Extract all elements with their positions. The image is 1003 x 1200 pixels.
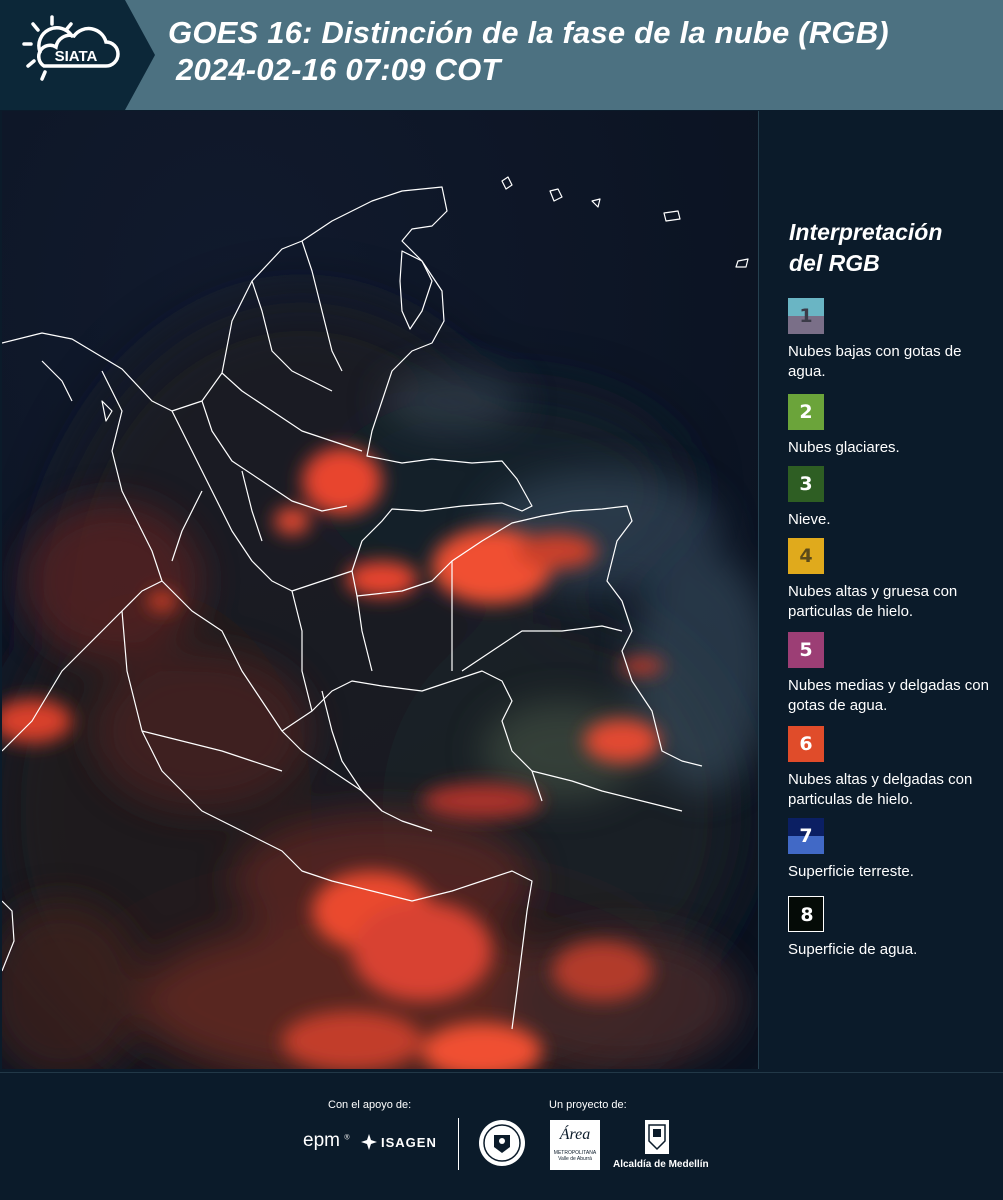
epm-logo: epm ® <box>303 1130 350 1151</box>
medellin-seal-icon <box>479 1120 525 1166</box>
support-label: Con el apoyo de: <box>328 1099 412 1111</box>
satellite-image <box>2 111 758 1069</box>
legend-number: 1 <box>799 305 813 327</box>
legend-number: 5 <box>799 639 813 661</box>
satellite-map[interactable] <box>2 111 759 1069</box>
page-title: GOES 16: Distinción de la fase de la nub… <box>168 14 889 88</box>
medellin-seal-logo <box>478 1119 526 1172</box>
legend-item-4: 4 Nubes altas y gruesa con particulas de … <box>788 538 1000 622</box>
siata-sun-cloud-icon: SIATA <box>0 0 155 110</box>
area-metropolitana-logo: Área METROPOLITANA Valle de Aburrá <box>550 1120 600 1170</box>
legend-swatch: 2 <box>788 394 824 430</box>
alcaldia-label: Alcaldía de Medellín <box>613 1159 709 1170</box>
legend-title: Interpretación del RGB <box>789 217 942 279</box>
legend-swatch: 4 <box>788 538 824 574</box>
legend-number: 4 <box>799 545 813 567</box>
legend-label: Nubes altas y delgadas con particulas de… <box>788 771 973 808</box>
legend-number: 7 <box>799 825 813 847</box>
legend-title-line-2: del RGB <box>789 250 880 276</box>
rgb-legend: Interpretación del RGB 1 Nubes bajas con … <box>760 111 1003 1069</box>
area-logo-sub-2: Valle de Aburrá <box>558 1156 592 1162</box>
legend-swatch: 7 <box>788 818 824 854</box>
legend-item-6: 6 Nubes altas y delgadas con particulas d… <box>788 726 1000 810</box>
legend-number: 8 <box>800 904 814 926</box>
legend-item-3: 3 Nieve. <box>788 466 1000 530</box>
legend-item-7: 7 Superficie terreste. <box>788 818 1000 882</box>
isagen-logo: ISAGEN <box>360 1133 437 1151</box>
project-label: Un proyecto de: <box>549 1099 627 1111</box>
legend-number: 3 <box>799 473 813 495</box>
legend-title-line-1: Interpretación <box>789 219 943 245</box>
coat-of-arms-logo <box>644 1119 670 1160</box>
legend-label: Superficie de agua. <box>788 941 918 958</box>
legend-item-1: 1 Nubes bajas con gotas de agua. <box>788 298 1000 382</box>
title-line-1: GOES 16: Distinción de la fase de la nub… <box>168 15 889 50</box>
legend-label: Superficie terreste. <box>788 863 914 880</box>
isagen-logo-text: ISAGEN <box>381 1134 437 1150</box>
legend-label: Nubes altas y gruesa con particulas de h… <box>788 583 958 620</box>
legend-swatch: 6 <box>788 726 824 762</box>
header: SIATA GOES 16: Distinción de la fase de … <box>0 0 1003 110</box>
legend-item-8: 8 Superficie de agua. <box>788 896 1000 960</box>
epm-logo-text: epm <box>303 1130 340 1151</box>
isagen-star-icon <box>361 1134 377 1150</box>
area-logo-main: Área <box>559 1126 591 1143</box>
legend-item-5: 5 Nubes medias y delgadas con gotas de ag… <box>788 632 1000 716</box>
footer-divider <box>458 1118 459 1170</box>
legend-item-2: 2 Nubes glaciares. <box>788 394 1000 458</box>
footer: Con el apoyo de: Un proyecto de: epm ® I… <box>0 1072 1003 1200</box>
legend-label: Nubes glaciares. <box>788 439 900 456</box>
siata-logo: SIATA <box>0 0 155 110</box>
legend-swatch: 5 <box>788 632 824 668</box>
legend-swatch: 8 <box>788 896 824 932</box>
legend-number: 6 <box>799 733 813 755</box>
legend-swatch: 3 <box>788 466 824 502</box>
coat-of-arms-icon <box>645 1120 669 1154</box>
legend-number: 2 <box>799 401 813 423</box>
siata-logo-text: SIATA <box>55 48 98 65</box>
legend-label: Nubes medias y delgadas con gotas de agu… <box>788 677 989 714</box>
legend-swatch: 1 <box>788 298 824 334</box>
legend-label: Nieve. <box>788 511 831 528</box>
title-line-2: 2024-02-16 07:09 COT <box>176 52 501 87</box>
legend-label: Nubes bajas con gotas de agua. <box>788 343 962 380</box>
